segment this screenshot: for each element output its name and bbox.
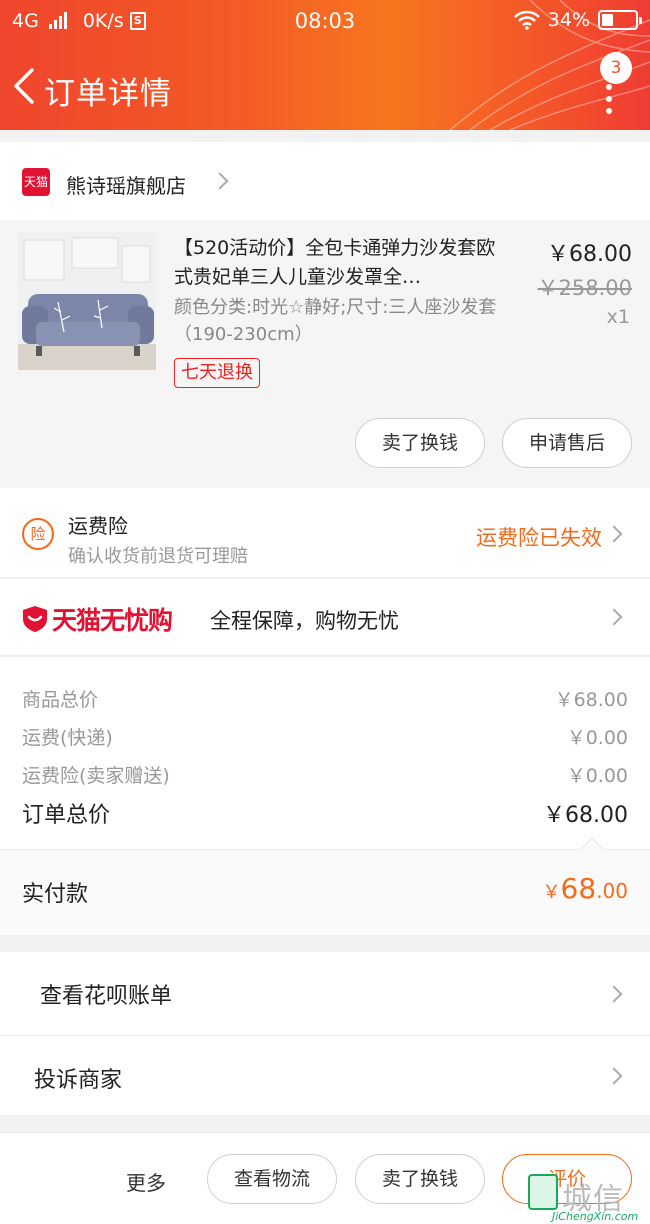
notification-badge[interactable]: 3: [600, 52, 632, 84]
insurance-title: 运费险: [68, 514, 128, 538]
complain-merchant-label[interactable]: 投诉商家: [34, 1062, 122, 1094]
after-sale-button[interactable]: 申请售后: [502, 418, 632, 468]
order-total-value: ￥68.00: [543, 803, 628, 828]
chevron-right-icon: [605, 608, 623, 626]
order-total-label: 订单总价: [22, 803, 111, 828]
store-name[interactable]: 熊诗瑶旗舰店: [66, 170, 186, 199]
worry-free-brand: 天猫无忧购: [52, 606, 173, 635]
chevron-right-icon: [605, 1067, 623, 1085]
return-policy-tag: 七天退换: [174, 358, 260, 388]
status-bar: 4G 0K/s S 08:03 34%: [0, 0, 650, 44]
battery-icon: [598, 10, 642, 30]
battery-level: [602, 14, 613, 26]
view-logistics-button[interactable]: 查看物流: [207, 1154, 337, 1204]
chevron-right-icon: [211, 172, 229, 190]
header-bar: 4G 0K/s S 08:03 34% 订单详情 3: [0, 0, 650, 130]
summary-value: ￥68.00: [554, 689, 628, 711]
product-item[interactable]: 【520活动价】全包卡通弹力沙发套欧式贵妃单三人儿童沙发罩全… 颜色分类:时光☆…: [0, 220, 650, 488]
page-title: 订单详情: [44, 76, 172, 112]
product-title[interactable]: 【520活动价】全包卡通弹力沙发套欧式贵妃单三人儿童沙发罩全…: [174, 234, 504, 292]
paid-decimal: .00: [596, 879, 628, 903]
worry-free-row[interactable]: 天猫无忧购 全程保障，购物无忧: [0, 579, 650, 656]
battery-percent: 34%: [547, 9, 590, 31]
insurance-subtitle: 确认收货前退货可理赔: [68, 546, 248, 567]
paid-integer: 68: [560, 872, 597, 905]
sell-button[interactable]: 卖了换钱: [355, 418, 485, 468]
summary-row-goods: 商品总价 ￥68.00: [22, 685, 628, 712]
tmall-shield-icon: [23, 606, 47, 632]
worry-free-text: 全程保障，购物无忧: [210, 609, 399, 633]
huabei-bill-row[interactable]: 查看花呗账单: [0, 952, 650, 1036]
price-summary: 商品总价 ￥68.00 运费(快递) ￥0.00 运费险(卖家赠送) ￥0.00…: [0, 657, 650, 849]
paid-value: ￥68.00: [543, 872, 628, 905]
tmall-logo-icon: 天猫: [22, 168, 50, 196]
back-arrow-icon[interactable]: [10, 66, 40, 106]
sell-button-bottom[interactable]: 卖了换钱: [355, 1154, 485, 1204]
site-watermark: 城信 JiChengXin.com: [528, 1174, 646, 1224]
store-row[interactable]: 天猫 熊诗瑶旗舰店: [0, 142, 650, 220]
more-button[interactable]: 更多: [126, 1167, 166, 1196]
summary-row-shipping: 运费(快递) ￥0.00: [22, 723, 628, 750]
watermark-url: JiChengXin.com: [552, 1210, 639, 1223]
summary-label: 运费险(卖家赠送): [22, 765, 170, 787]
product-quantity: x1: [606, 306, 630, 328]
insurance-icon: 险: [22, 518, 54, 550]
product-price: ￥68.00: [547, 242, 632, 267]
order-total-row: 订单总价 ￥68.00: [22, 797, 628, 829]
chevron-right-icon: [605, 985, 623, 1003]
paid-amount-row: 实付款 ￥68.00: [0, 849, 650, 935]
shipping-insurance-row[interactable]: 险 运费险 确认收货前退货可理赔 运费险已失效: [0, 488, 650, 578]
product-original-price: ￥258.00: [537, 276, 632, 300]
insurance-status[interactable]: 运费险已失效: [476, 522, 602, 552]
product-thumbnail[interactable]: [18, 232, 156, 370]
more-menu-icon[interactable]: [606, 84, 614, 124]
paid-currency: ￥: [542, 882, 561, 903]
huabei-bill-label[interactable]: 查看花呗账单: [40, 978, 172, 1010]
watermark-logo-icon: [528, 1174, 558, 1210]
summary-row-insurance: 运费险(卖家赠送) ￥0.00: [22, 761, 628, 788]
complain-merchant-row[interactable]: 投诉商家: [0, 1036, 650, 1116]
wifi-icon: [513, 10, 540, 30]
summary-label: 运费(快递): [22, 727, 113, 749]
summary-label: 商品总价: [22, 689, 99, 711]
chevron-right-icon: [605, 525, 623, 543]
nav-bar: 订单详情 3: [0, 44, 650, 130]
product-sku: 颜色分类:时光☆静好;尺寸:三人座沙发套（190-230cm）: [174, 297, 497, 345]
caret-up-icon: [580, 837, 604, 850]
summary-value: ￥0.00: [566, 765, 628, 787]
summary-value: ￥0.00: [566, 727, 628, 749]
paid-label: 实付款: [22, 882, 89, 907]
